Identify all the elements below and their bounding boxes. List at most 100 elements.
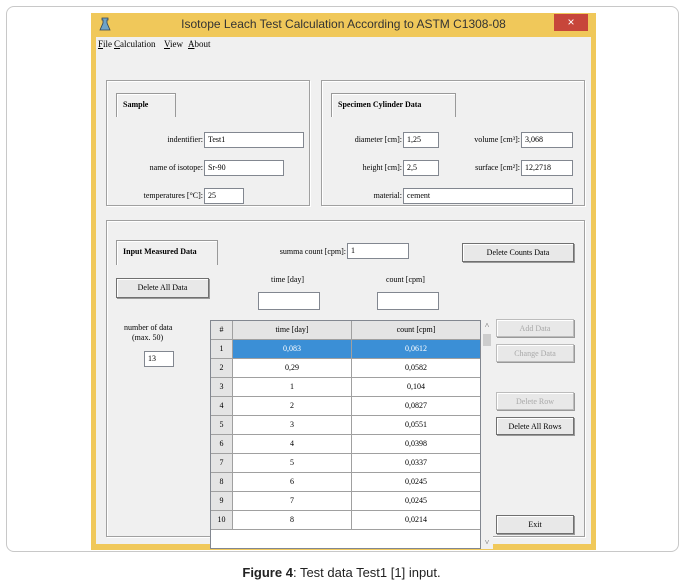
delete-row-button[interactable]: Delete Row [496,392,574,410]
material-label: material: [373,191,402,200]
change-data-button[interactable]: Change Data [496,344,574,362]
row-index: 1 [211,340,233,359]
row-time[interactable]: 2 [233,397,352,416]
row-time[interactable]: 8 [233,511,352,530]
row-index: 5 [211,416,233,435]
table-header: # time [day] count [cpm] [211,321,480,340]
delete-counts-data-button[interactable]: Delete Counts Data [462,243,574,262]
delete-all-rows-button[interactable]: Delete All Rows [496,417,574,435]
row-count[interactable]: 0,0612 [352,340,480,359]
row-time[interactable]: 1 [233,378,352,397]
table-row[interactable]: 9 7 0,0245 [211,492,480,511]
summa-count-input[interactable]: 1 [347,243,409,259]
row-count[interactable]: 0,0337 [352,454,480,473]
window-title: Isotope Leach Test Calculation According… [181,17,506,31]
title-bar[interactable]: Isotope Leach Test Calculation According… [91,13,596,37]
row-time[interactable]: 0,083 [233,340,352,359]
menu-file-label: ile [103,39,113,49]
row-time[interactable]: 3 [233,416,352,435]
diameter-label: diameter [cm]: [354,135,402,144]
row-index: 10 [211,511,233,530]
delete-all-data-button[interactable]: Delete All Data [116,278,209,298]
row-time[interactable]: 6 [233,473,352,492]
measured-tab[interactable]: Input Measured Data [116,240,218,265]
menu-about[interactable]: About [188,39,211,49]
row-index: 4 [211,397,233,416]
row-count[interactable]: 0,0245 [352,492,480,511]
menu-view[interactable]: View [164,39,183,49]
menu-calculation-label: alculation [120,39,156,49]
specimen-tab[interactable]: Specimen Cylinder Data [331,93,456,117]
count-label: count [cpm] [386,275,425,284]
row-index: 7 [211,454,233,473]
table-row[interactable]: 1 0,083 0,0612 [211,340,480,359]
row-count[interactable]: 0,0245 [352,473,480,492]
scroll-thumb[interactable] [483,334,491,346]
isotope-input[interactable]: Sr-90 [204,160,284,176]
menu-calculation[interactable]: Calculation [114,39,156,49]
exit-button[interactable]: Exit [496,515,574,534]
max-data-label: (max. 50) [132,333,164,342]
row-index: 6 [211,435,233,454]
figure-caption-text: : Test data Test1 [1] input. [292,565,441,580]
table-row[interactable]: 7 5 0,0337 [211,454,480,473]
header-index[interactable]: # [211,321,233,340]
summa-count-label: summa count [cpm]: [279,247,346,256]
surface-label: surface [cm²]: [475,163,520,172]
time-input[interactable] [258,292,320,310]
height-input[interactable]: 2,5 [403,160,439,176]
row-index: 2 [211,359,233,378]
identifier-label: indentifier: [167,135,203,144]
volume-input[interactable]: 3,068 [521,132,573,148]
table-row[interactable]: 10 8 0,0214 [211,511,480,530]
sample-tab[interactable]: Sample [116,93,176,117]
app-window: Isotope Leach Test Calculation According… [91,13,596,550]
row-index: 3 [211,378,233,397]
time-label: time [day] [271,275,305,284]
table-row[interactable]: 8 6 0,0245 [211,473,480,492]
identifier-input[interactable]: Test1 [204,132,304,148]
menu-file[interactable]: File [98,39,112,49]
scroll-up-icon[interactable]: ˄ [481,320,493,332]
surface-input[interactable]: 12,2718 [521,160,573,176]
scroll-down-icon[interactable]: ˅ [481,537,493,549]
isotope-label: name of isotope: [149,163,203,172]
client-area: File Calculation View About Sample inden… [96,37,591,549]
count-input[interactable] [377,292,439,310]
material-input[interactable]: cement [403,188,573,204]
table-row[interactable]: 4 2 0,0827 [211,397,480,416]
header-count[interactable]: count [cpm] [352,321,480,340]
figure-caption: Figure 4: Test data Test1 [1] input. [0,565,683,580]
add-data-button[interactable]: Add Data [496,319,574,337]
row-count[interactable]: 0,0827 [352,397,480,416]
table-row[interactable]: 2 0,29 0,0582 [211,359,480,378]
figure-label: Figure 4 [242,565,293,580]
close-button[interactable]: × [554,14,588,31]
header-time[interactable]: time [day] [233,321,352,340]
row-count[interactable]: 0,0582 [352,359,480,378]
number-of-data-input[interactable]: 13 [144,351,174,367]
menu-view-label: iew [169,39,183,49]
diameter-input[interactable]: 1,25 [403,132,439,148]
row-time[interactable]: 5 [233,454,352,473]
height-label: height [cm]: [362,163,402,172]
number-of-data-label: number of data [124,323,173,332]
table-row[interactable]: 5 3 0,0551 [211,416,480,435]
data-table: # time [day] count [cpm] 1 0,083 0,0612 … [210,320,481,549]
row-count[interactable]: 0,104 [352,378,480,397]
row-index: 8 [211,473,233,492]
menu-bar: File Calculation View About [96,37,591,53]
row-count[interactable]: 0,0214 [352,511,480,530]
row-index: 9 [211,492,233,511]
row-time[interactable]: 4 [233,435,352,454]
volume-label: volume [cm³]: [474,135,520,144]
temperature-input[interactable]: 25 [204,188,244,204]
row-time[interactable]: 7 [233,492,352,511]
menu-about-label: bout [194,39,211,49]
row-count[interactable]: 0,0398 [352,435,480,454]
table-row[interactable]: 6 4 0,0398 [211,435,480,454]
row-count[interactable]: 0,0551 [352,416,480,435]
table-scrollbar[interactable]: ˄ ˅ [481,320,493,549]
table-row[interactable]: 3 1 0,104 [211,378,480,397]
row-time[interactable]: 0,29 [233,359,352,378]
